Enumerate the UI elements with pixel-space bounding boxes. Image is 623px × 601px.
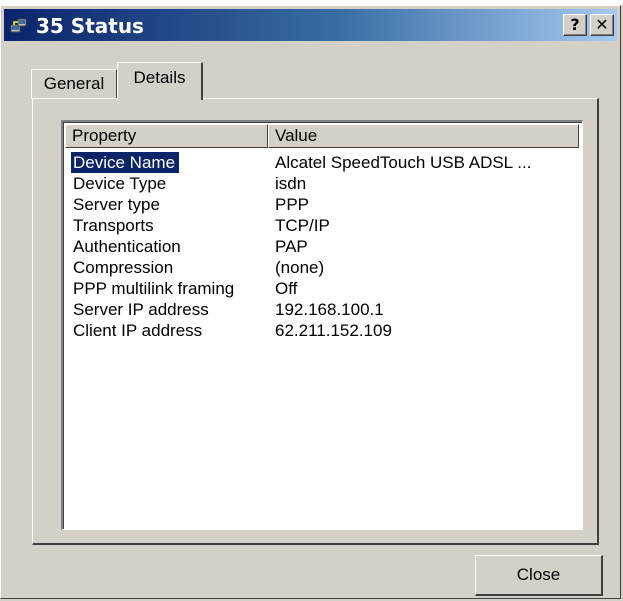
title-bar[interactable]: 35 Status ? ✕: [4, 9, 617, 41]
close-icon: ✕: [595, 15, 609, 34]
tab-general[interactable]: General: [31, 69, 117, 99]
window-title: 35 Status: [36, 14, 144, 38]
details-tab-panel: [32, 98, 599, 545]
close-window-button[interactable]: ✕: [590, 14, 614, 36]
help-button[interactable]: ?: [563, 14, 587, 36]
close-button[interactable]: Close: [475, 555, 603, 596]
network-connection-icon: [10, 18, 27, 33]
status-dialog: 35 Status ? ✕ General Details Property V…: [0, 5, 621, 599]
tab-details[interactable]: Details: [117, 62, 203, 100]
